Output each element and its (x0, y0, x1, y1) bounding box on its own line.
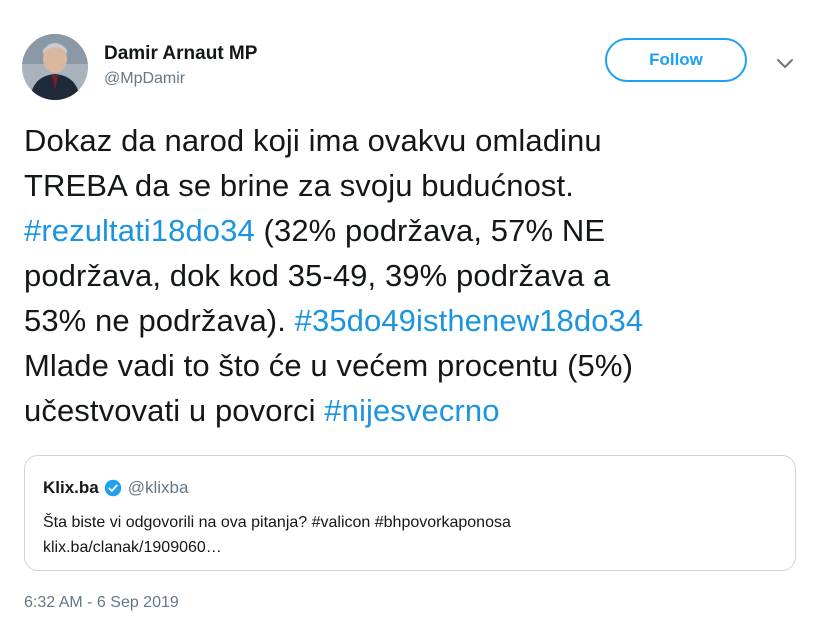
tweet-text-segment: 53% ne podržava). (24, 303, 295, 338)
author-display-name[interactable]: Damir Arnaut MP (104, 42, 257, 66)
tweet-line: Mlade vadi to što će u većem procentu (5… (24, 343, 804, 388)
follow-button[interactable]: Follow (605, 38, 747, 82)
tweet-text-segment: (32% podržava, 57% NE (254, 213, 606, 248)
quoted-author-name: Klix.ba (43, 478, 99, 497)
tweet-line: podržava, dok kod 35-49, 39% podržava a (24, 253, 804, 298)
author-handle[interactable]: @MpDamir (104, 68, 257, 90)
tweet-text-segment: učestvovati u povorci (24, 393, 325, 428)
quoted-tweet-header: Klix.ba @klixba (43, 478, 188, 498)
tweet-line: Dokaz da narod koji ima ovakvu omladinu (24, 118, 804, 163)
hashtag-link[interactable]: #rezultati18do34 (24, 213, 255, 248)
tweet-line: TREBA da se brine za svoju budućnost. (24, 163, 804, 208)
verified-badge-icon (104, 479, 121, 497)
tweet-timestamp[interactable]: 6:32 AM - 6 Sep 2019 (24, 594, 179, 612)
quoted-author-handle: @klixba (127, 478, 189, 497)
tweet-text: Dokaz da narod koji ima ovakvu omladinu T… (24, 118, 804, 433)
tweet-text-segment: Mlade vadi to što će u većem procentu (5… (24, 348, 633, 383)
tweet-header: Damir Arnaut MP @MpDamir Follow (22, 32, 802, 102)
author-names: Damir Arnaut MP @MpDamir (104, 42, 257, 90)
chevron-down-icon[interactable] (774, 52, 796, 74)
person-avatar-icon (22, 34, 88, 100)
hashtag-link[interactable]: #35do49isthenew18do34 (295, 303, 644, 338)
tweet-line: učestvovati u povorci #nijesvecrno (24, 388, 804, 433)
tweet-text-segment: podržava, dok kod 35-49, 39% podržava a (24, 258, 611, 293)
tweet-line: #rezultati18do34 (32% podržava, 57% NE (24, 208, 804, 253)
tweet-text-segment: TREBA da se brine za svoju budućnost. (24, 168, 574, 203)
quoted-tweet-link[interactable]: klix.ba/clanak/1909060… (43, 537, 222, 559)
author-avatar[interactable] (22, 34, 88, 100)
quoted-tweet-text: Šta biste vi odgovorili na ova pitanja? … (43, 514, 511, 531)
quoted-tweet-card[interactable]: Klix.ba @klixba Šta biste vi odgovorili … (24, 455, 796, 571)
tweet-line: 53% ne podržava). #35do49isthenew18do34 (24, 298, 804, 343)
hashtag-link[interactable]: #nijesvecrno (324, 393, 499, 428)
tweet-text-segment: Dokaz da narod koji ima ovakvu omladinu (24, 123, 602, 158)
